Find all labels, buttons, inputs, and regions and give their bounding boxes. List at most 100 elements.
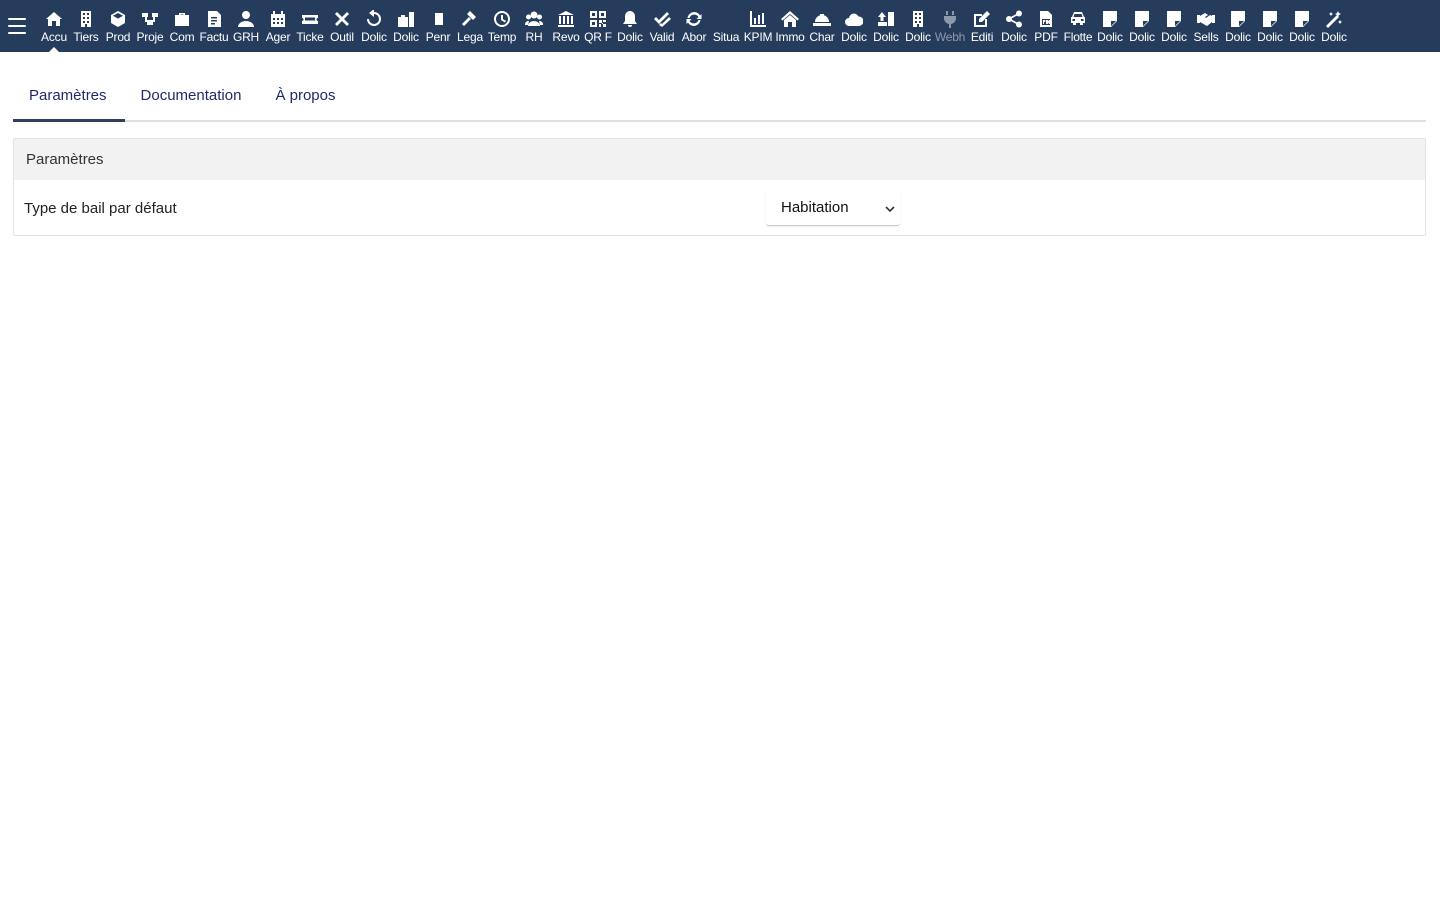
menu-item-label: Accu <box>41 30 67 44</box>
menu-item-label: Dolic <box>873 30 899 44</box>
check-double-icon <box>646 9 678 29</box>
project-icon <box>134 9 166 29</box>
menu-item-0[interactable]: Accu <box>38 0 70 52</box>
menu-item-10[interactable]: Dolic <box>358 0 390 52</box>
briefcase-icon <box>166 9 198 29</box>
menu-item-label: Editi <box>970 30 994 44</box>
menu-item-label: Dolic <box>1001 30 1027 44</box>
edit-icon <box>966 9 998 29</box>
menu-item-9[interactable]: Outil <box>326 0 358 52</box>
tab-parametres[interactable]: Paramètres <box>13 70 125 122</box>
menu-item-label: Immo <box>775 30 805 44</box>
menu-item-21[interactable]: Situa <box>710 0 742 52</box>
menu-item-label: Dolic <box>1097 30 1123 44</box>
menu-item-label: Lega <box>457 30 483 44</box>
menu-item-label: Dolic <box>361 30 387 44</box>
menu-item-22[interactable]: KPIM <box>742 0 774 52</box>
menu-item-33[interactable]: Dolic <box>1094 0 1126 52</box>
ticket-icon <box>294 9 326 29</box>
helmet-icon <box>806 9 838 29</box>
menu-item-18[interactable]: Dolic <box>614 0 646 52</box>
note-icon <box>1094 9 1126 29</box>
user-icon <box>230 9 262 29</box>
calendar-icon <box>262 9 294 29</box>
pdf-icon <box>1030 9 1062 29</box>
menu-item-16[interactable]: Revo <box>550 0 582 52</box>
building-icon <box>902 9 934 29</box>
menu-item-label: Outil <box>330 30 354 44</box>
menu-item-5[interactable]: Factu <box>198 0 230 52</box>
tools-icon <box>326 9 358 29</box>
menu-item-27[interactable]: Dolic <box>902 0 934 52</box>
menu-item-label: Proje <box>136 30 164 44</box>
menu-item-38[interactable]: Dolic <box>1254 0 1286 52</box>
menu-item-label: Dolic <box>1129 30 1155 44</box>
hamburger-icon[interactable] <box>8 18 26 34</box>
menu-item-19[interactable]: Valid <box>646 0 678 52</box>
menu-item-17[interactable]: QR F <box>582 0 614 52</box>
menu-item-20[interactable]: Abor <box>678 0 710 52</box>
menu-item-1[interactable]: Tiers <box>70 0 102 52</box>
menu-item-12[interactable]: Penr <box>422 0 454 52</box>
clock-icon <box>486 9 518 29</box>
menu-item-11[interactable]: Dolic <box>390 0 422 52</box>
menu-item-label: Dolic <box>1257 30 1283 44</box>
menu-item-3[interactable]: Proje <box>134 0 166 52</box>
menu-item-30[interactable]: Dolic <box>998 0 1030 52</box>
menu-item-label: Dolic <box>841 30 867 44</box>
menu-item-35[interactable]: Dolic <box>1158 0 1190 52</box>
menu-item-24[interactable]: Char <box>806 0 838 52</box>
menu-item-7[interactable]: Ager <box>262 0 294 52</box>
menu-item-28[interactable]: Webh <box>934 0 966 52</box>
menu-item-label: Tiers <box>73 30 99 44</box>
menu-item-13[interactable]: Lega <box>454 0 486 52</box>
menu-item-40[interactable]: Dolic <box>1318 0 1350 52</box>
sync-icon <box>678 9 710 29</box>
cloud-icon <box>838 9 870 29</box>
menu-item-label: Ager <box>265 30 291 44</box>
default-lease-type-select[interactable]: Habitation <box>766 190 900 226</box>
menu-item-label: Ticke <box>296 30 324 44</box>
menu-item-36[interactable]: Sells <box>1190 0 1222 52</box>
menu-item-32[interactable]: Flotte <box>1062 0 1094 52</box>
menu-item-label: Dolic <box>1321 30 1347 44</box>
menu-item-label: Prod <box>105 30 131 44</box>
chart-bar-icon <box>742 9 774 29</box>
menu-item-6[interactable]: GRH <box>230 0 262 52</box>
menu-item-25[interactable]: Dolic <box>838 0 870 52</box>
menu-item-34[interactable]: Dolic <box>1126 0 1158 52</box>
building-icon <box>70 9 102 29</box>
menu-item-label: Dolic <box>393 30 419 44</box>
menu-item-label: Dolic <box>905 30 931 44</box>
menu-item-39[interactable]: Dolic <box>1286 0 1318 52</box>
menu-item-26[interactable]: Dolic <box>870 0 902 52</box>
home-icon <box>38 9 70 29</box>
tab-a-propos[interactable]: À propos <box>259 70 353 120</box>
menu-item-37[interactable]: Dolic <box>1222 0 1254 52</box>
qrcode-icon <box>582 9 614 29</box>
tab-documentation[interactable]: Documentation <box>125 70 260 120</box>
menu-item-14[interactable]: Temp <box>486 0 518 52</box>
chevron-down-icon <box>884 202 896 214</box>
upload-icon <box>870 9 902 29</box>
default-lease-type-label: Type de bail par défaut <box>24 199 177 217</box>
menu-item-8[interactable]: Ticke <box>294 0 326 52</box>
blank-icon <box>710 9 742 29</box>
car-icon <box>1062 9 1094 29</box>
select-value: Habitation <box>781 199 849 216</box>
menu-item-2[interactable]: Prod <box>102 0 134 52</box>
note-icon <box>1126 9 1158 29</box>
menu-item-label: KPIM <box>743 30 773 44</box>
menu-item-23[interactable]: Immo <box>774 0 806 52</box>
menu-item-29[interactable]: Editi <box>966 0 998 52</box>
cube-icon <box>102 9 134 29</box>
menu-item-label: Factu <box>199 30 229 44</box>
panel-title: Paramètres <box>14 139 1425 180</box>
menu-item-4[interactable]: Com <box>166 0 198 52</box>
top-navigation-bar: Accu Tiers Prod Proje Com Factu GRH Ager Ticke Ou… <box>0 0 1440 52</box>
menu-item-15[interactable]: RH <box>518 0 550 52</box>
tab-bar: Paramètres Documentation À propos <box>13 70 1426 122</box>
bell-icon <box>614 9 646 29</box>
menu-item-31[interactable]: PDF <box>1030 0 1062 52</box>
menu-item-label: Flotte <box>1063 30 1093 44</box>
